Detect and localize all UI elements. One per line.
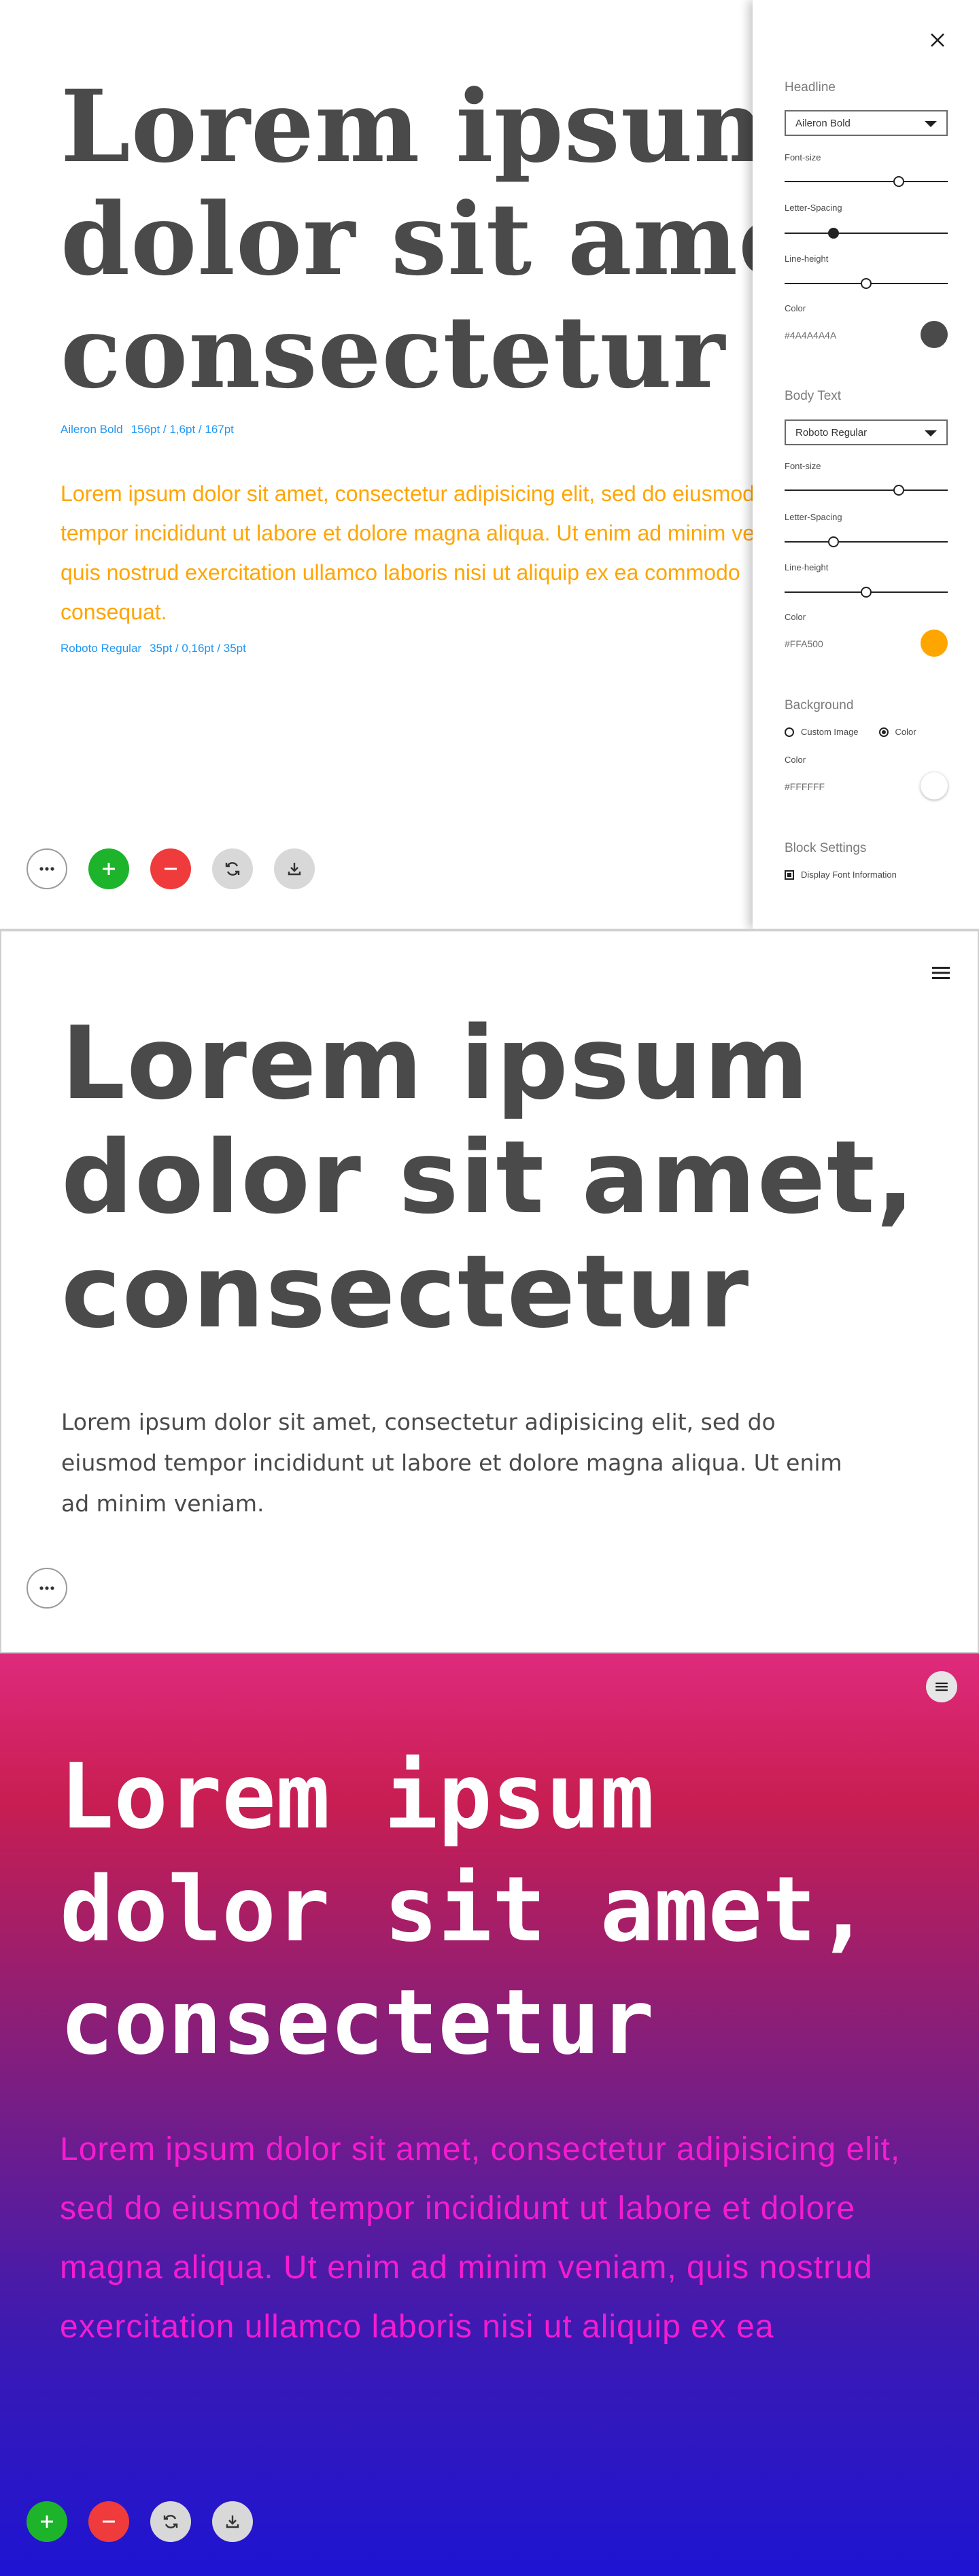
block2-action-bar [27,1568,67,1609]
block3-menu-button[interactable] [926,1671,957,1702]
custom-image-radio[interactable] [785,727,794,737]
display-font-info-checkbox[interactable] [785,870,794,880]
headline-letter-spacing-slider[interactable] [785,227,948,239]
plus-icon [41,2515,53,2528]
block1-body-text: Lorem ipsum dolor sit amet, consectetur … [61,481,808,624]
headline-line-height-label: Line-height [785,254,829,264]
more-icon [39,1586,54,1590]
block3-body-text: Lorem ipsum dolor sit amet, consectetur … [60,2131,901,2345]
download-icon [288,863,301,876]
body-color-hex: #FFA500 [785,638,823,649]
close-panel-button[interactable] [927,30,948,50]
headline-line: Lorem ipsum [61,1005,810,1122]
block3-headline: Lorem ipsum dolor sit amet, consectetur [60,1740,870,2079]
refresh-button[interactable] [150,2501,191,2542]
caret-down-icon [925,430,937,436]
slider-knob[interactable] [861,587,872,598]
display-font-info-row: Display Font Information [785,870,897,880]
background-options: Custom Image Color [785,727,916,737]
color-option-label: Color [895,727,916,737]
minus-icon [103,2520,115,2523]
headline-line: dolor sit amet, [61,1119,916,1236]
body-font-info: Roboto Regular 35pt / 0,16pt / 35pt [61,642,246,655]
body-font-size-slider[interactable] [785,484,948,496]
body-letter-spacing-slider[interactable] [785,536,948,548]
body-line-height-slider[interactable] [785,586,948,598]
minus-icon [165,868,177,870]
remove-block-button[interactable] [88,2501,129,2542]
block-settings-title: Block Settings [785,841,867,855]
slider-knob[interactable] [893,176,904,187]
more-button[interactable] [27,1568,67,1609]
slider-knob[interactable] [828,228,839,239]
background-color-hex: #FFFFFF [785,781,825,792]
body-line-height-label: Line-height [785,562,829,572]
block2-body-text: Lorem ipsum dolor sit amet, consectetur … [61,1409,842,1517]
headline-font-size-label: Font-size [785,152,821,162]
body-font-spec: 35pt / 0,16pt / 35pt [150,642,246,655]
headline-color-swatch[interactable] [921,321,948,348]
add-block-button[interactable] [88,848,129,889]
color-radio[interactable] [878,727,889,737]
add-block-button[interactable] [27,2501,67,2542]
download-icon [226,2515,239,2528]
refresh-icon [225,862,240,876]
headline-line: dolor sit amet, [60,1857,871,1962]
body-color-swatch[interactable] [921,630,948,657]
body-settings-title: Body Text [785,389,842,403]
body-font-name: Roboto Regular [61,642,142,655]
download-button[interactable] [212,2501,253,2542]
body-color-label: Color [785,612,806,622]
headline-line-height-slider[interactable] [785,277,948,290]
slider-knob[interactable] [828,536,839,547]
headline-font-size-slider[interactable] [785,175,948,188]
download-button[interactable] [274,848,315,889]
headline-font-select[interactable]: Aileron Bold [785,110,948,136]
block1-action-bar [27,848,315,889]
hamburger-icon [935,1682,948,1691]
settings-panel: Headline Aileron Bold Font-size Letter-S… [753,0,979,929]
remove-block-button[interactable] [150,848,191,889]
more-button[interactable] [27,848,67,889]
more-icon [39,867,54,871]
body-letter-spacing-label: Letter-Spacing [785,512,842,522]
block2-menu-button[interactable] [929,961,952,984]
caret-down-icon [925,121,937,127]
background-color-swatch[interactable] [921,772,948,800]
headline-color-hex: #4A4A4A4A [785,330,837,341]
headline-line: Lorem ipsum [60,1745,655,1849]
font-block-2: Lorem ipsum dolor sit amet, consectetur … [0,929,979,1653]
block2-headline: Lorem ipsum dolor sit amet, consectetur [61,1006,916,1349]
body-font-size-label: Font-size [785,461,821,471]
slider-knob[interactable] [893,485,904,496]
body-font-select-value: Roboto Regular [795,427,868,439]
close-icon [931,33,944,47]
headline-line: consectetur [61,1233,751,1350]
headline-font-name: Aileron Bold [61,423,123,436]
refresh-button[interactable] [212,848,253,889]
plus-icon [103,863,115,875]
headline-line: consectetur [60,1970,655,2075]
headline-font-info: Aileron Bold 156pt / 1,6pt / 167pt [61,423,234,436]
hamburger-icon [932,967,950,979]
display-font-info-label: Display Font Information [801,870,897,880]
font-block-3: Lorem ipsum dolor sit amet, consectetur … [0,1653,979,2576]
headline-settings-title: Headline [785,80,836,95]
headline-letter-spacing-label: Letter-Spacing [785,203,842,213]
slider-knob[interactable] [861,278,872,289]
headline-font-spec: 156pt / 1,6pt / 167pt [131,423,234,436]
background-color-label: Color [785,755,806,765]
body-font-select[interactable]: Roboto Regular [785,419,948,445]
block3-action-bar [27,2501,253,2542]
headline-font-select-value: Aileron Bold [795,118,851,129]
refresh-icon [163,2515,178,2528]
headline-color-label: Color [785,303,806,313]
background-settings-title: Background [785,698,854,712]
custom-image-label: Custom Image [801,727,859,737]
